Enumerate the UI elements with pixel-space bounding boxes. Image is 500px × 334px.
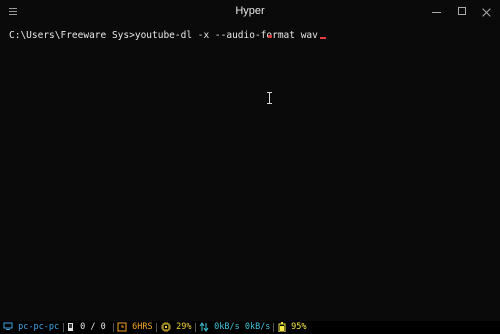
- hostname-segment: pc-pc-pc: [3, 321, 59, 334]
- battery-icon: [278, 321, 286, 332]
- divider: [195, 323, 196, 332]
- text-cursor-icon: [266, 92, 274, 104]
- memory-usage: 0 / 0: [80, 322, 106, 332]
- network-speed: 0kB/s 0kB/s: [214, 322, 271, 332]
- divider: [156, 323, 157, 332]
- network-segment: 0kB/s 0kB/s: [199, 321, 270, 334]
- uptime-segment: 6HRS: [117, 321, 153, 334]
- command-text: youtube-dl -x --audio-format wav: [134, 30, 318, 41]
- cpu-icon: [161, 321, 171, 332]
- battery-level: 95%: [291, 322, 307, 332]
- network-icon: [199, 321, 209, 332]
- command-line: C:\Users\Freeware Sys>youtube-dl -x --au…: [9, 30, 326, 41]
- divider: [113, 323, 114, 332]
- status-bar: pc-pc-pc 0 / 0 6HRS 29% 0kB/s 0kB/s 95%: [0, 321, 500, 334]
- hyper-window: Hyper C:\Users\Freeware Sys>youtube-dl -…: [0, 0, 500, 334]
- clock-icon: [117, 322, 127, 331]
- cursor-marker: [268, 35, 272, 38]
- battery-segment: 95%: [278, 321, 306, 334]
- title-bar: Hyper: [0, 0, 500, 24]
- cpu-usage: 29%: [176, 322, 192, 332]
- memory-segment: 0 / 0: [67, 321, 106, 334]
- divider: [273, 323, 274, 332]
- memory-icon: [68, 322, 73, 331]
- terminal-area[interactable]: C:\Users\Freeware Sys>youtube-dl -x --au…: [0, 24, 500, 321]
- maximize-icon[interactable]: [454, 4, 472, 20]
- hostname: pc-pc-pc: [18, 322, 60, 332]
- prompt-text: C:\Users\Freeware Sys>: [9, 30, 135, 41]
- computer-icon: [3, 322, 13, 330]
- text-cursor: [319, 37, 326, 39]
- divider: [63, 323, 64, 332]
- cpu-segment: 29%: [161, 321, 191, 334]
- minimize-icon[interactable]: [428, 4, 446, 20]
- uptime: 6HRS: [132, 322, 153, 332]
- close-icon[interactable]: [478, 4, 496, 20]
- window-title: Hyper: [235, 5, 265, 17]
